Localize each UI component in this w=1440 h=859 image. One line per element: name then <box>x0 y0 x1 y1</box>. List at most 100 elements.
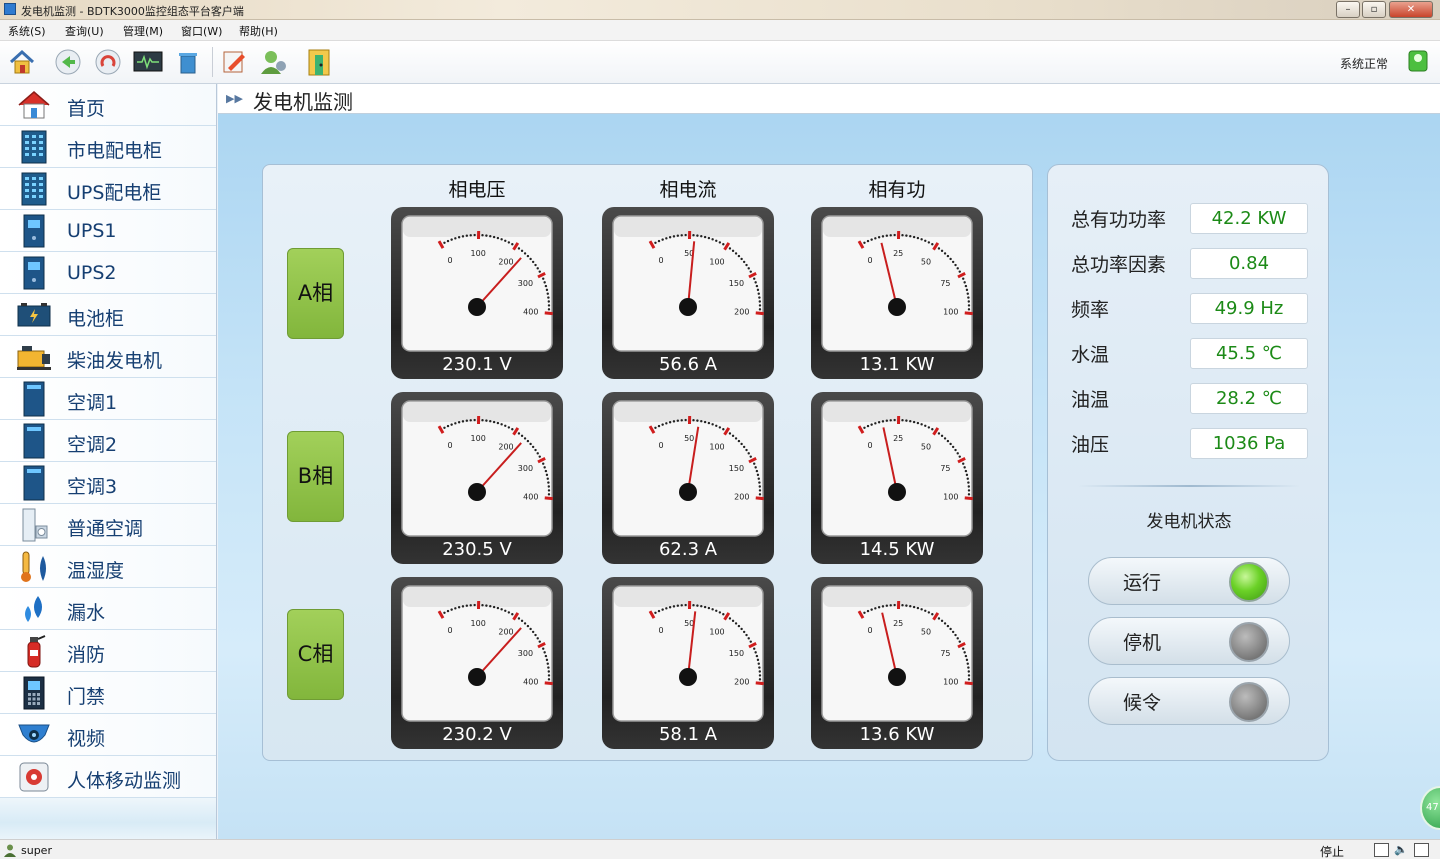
info-label: 频率 <box>1071 299 1110 321</box>
sidebar-item[interactable]: UPS配电柜 <box>0 168 216 210</box>
gauge-minor-tick <box>665 607 668 610</box>
gauge-minor-tick <box>703 605 707 609</box>
sidebar-item-label: 柴油发电机 <box>67 350 163 372</box>
menu-system[interactable]: 系统(S) <box>8 23 46 39</box>
phase-button[interactable]: A相 <box>287 248 344 339</box>
speaker-icon[interactable]: 🔈 <box>1394 843 1409 857</box>
gauge-minor-tick <box>866 424 870 428</box>
gauge-tick-label: 0 <box>867 256 872 265</box>
gauge-minor-tick <box>889 419 892 422</box>
gauge-minor-tick <box>517 617 521 620</box>
info-value: 49.9 Hz <box>1190 293 1308 324</box>
sidebar-item[interactable]: 电池柜 <box>0 294 216 336</box>
gauge-minor-tick <box>504 609 507 612</box>
gauge-minor-tick <box>526 254 530 258</box>
close-button[interactable]: ✕ <box>1389 1 1433 18</box>
gauge-minor-tick <box>542 462 545 465</box>
gauge-minor-tick <box>905 234 908 237</box>
gauge-minor-tick <box>547 481 550 484</box>
sidebar-item[interactable]: 漏水 <box>0 588 216 630</box>
gauge-minor-tick <box>885 419 889 422</box>
gauge-minor-tick <box>874 607 877 610</box>
gauge-minor-tick <box>881 235 885 238</box>
gauge-minor-tick <box>547 296 550 299</box>
gauge-tick-label: 400 <box>523 308 538 317</box>
gauge-minor-tick <box>538 455 541 458</box>
sidebar-item[interactable]: 空调3 <box>0 462 216 504</box>
gauge-minor-tick <box>668 606 672 609</box>
minimize-button[interactable]: – <box>1336 1 1360 18</box>
refresh-icon[interactable] <box>92 47 124 77</box>
gauge-meter: 0 50 100 150 200 56.6 A <box>602 207 774 379</box>
sidebar-item[interactable]: 视频 <box>0 714 216 756</box>
sidebar-item[interactable]: 温湿度 <box>0 546 216 588</box>
sidebar-item[interactable]: UPS2 <box>0 252 216 294</box>
gauge-minor-tick <box>661 238 664 241</box>
gauge-minor-tick <box>749 270 752 273</box>
gauge-readout: 230.1 V <box>442 354 512 375</box>
window-toggle-icon[interactable] <box>1374 843 1389 857</box>
gauge-hub <box>468 668 486 686</box>
monitor-icon[interactable] <box>132 47 164 77</box>
sidebar-item[interactable]: 首页 <box>0 84 216 126</box>
stop-button[interactable]: 停止 <box>1320 843 1344 859</box>
sidebar-item[interactable]: 人体移动监测 <box>0 756 216 798</box>
sidebar-item[interactable]: 市电配电柜 <box>0 126 216 168</box>
gauge-tick-label: 200 <box>498 627 513 636</box>
notification-icon[interactable] <box>1414 843 1429 857</box>
sidebar-item[interactable]: 门禁 <box>0 672 216 714</box>
gauge-minor-tick <box>905 604 908 607</box>
gauge-minor-tick <box>885 234 889 237</box>
gauge-minor-tick <box>654 426 657 429</box>
gauge-minor-tick <box>547 493 551 496</box>
exit-icon[interactable] <box>304 47 336 77</box>
gauge-tick-label: 400 <box>523 678 538 687</box>
sidebar-item[interactable]: 空调2 <box>0 420 216 462</box>
edit-icon[interactable] <box>218 47 250 77</box>
gauge-tick-label: 100 <box>709 257 724 266</box>
phase-button[interactable]: C相 <box>287 609 344 700</box>
gauge-minor-tick <box>758 666 761 669</box>
menu-window[interactable]: 窗口(W) <box>181 23 222 39</box>
sidebar-item[interactable]: 空调1 <box>0 378 216 420</box>
gauge-minor-tick <box>737 254 741 258</box>
gauge-meter: 0 100 200 300 400 230.1 V <box>391 207 563 379</box>
gauge-meter: 0 25 50 75 100 13.1 KW <box>811 207 983 379</box>
info-panel: 总有功功率 42.2 KW 总功率因素 0.84 频率 49.9 Hz 水温 45.5 ℃ 油温… <box>1047 164 1329 761</box>
gauge-minor-tick <box>927 426 931 429</box>
phase-button[interactable]: B相 <box>287 431 344 522</box>
users-icon[interactable] <box>258 47 290 77</box>
gauge-minor-tick <box>731 434 735 438</box>
sidebar-item[interactable]: 消防 <box>0 630 216 672</box>
gauge-minor-tick <box>542 647 545 650</box>
info-value: 1036 Pa <box>1190 428 1308 459</box>
sidebar-item-label: 空调2 <box>67 434 118 456</box>
menu-manage[interactable]: 管理(M) <box>123 23 163 39</box>
sidebar-item[interactable]: UPS1 <box>0 210 216 252</box>
gauge-minor-tick <box>465 234 469 237</box>
menu-help[interactable]: 帮助(H) <box>239 23 278 39</box>
gauge-minor-tick <box>912 235 916 239</box>
gauge-minor-tick <box>485 604 488 607</box>
menu-query[interactable]: 查询(U) <box>65 23 104 39</box>
gauge-face-shade <box>614 587 762 607</box>
gauge-minor-tick <box>543 466 546 469</box>
gauge-minor-tick <box>446 424 450 428</box>
status-username: super <box>21 844 52 857</box>
gauge-minor-tick <box>946 624 950 628</box>
gauge-tick-label: 100 <box>471 434 486 443</box>
trash-icon[interactable] <box>172 47 204 77</box>
maximize-button[interactable]: ▫ <box>1362 1 1386 18</box>
gauge-minor-tick <box>661 608 664 611</box>
gauge-minor-tick <box>920 238 923 241</box>
gauge-minor-tick <box>967 674 971 677</box>
gauge-readout: 62.3 A <box>658 539 718 560</box>
sidebar-item[interactable]: 柴油发电机 <box>0 336 216 378</box>
sidebar-item[interactable]: 普通空调 <box>0 504 216 546</box>
gauge-minor-tick <box>937 247 941 250</box>
back-icon[interactable] <box>52 47 84 77</box>
gauge-minor-tick <box>703 420 707 424</box>
gauge-minor-tick <box>964 654 968 658</box>
home-icon[interactable] <box>6 47 38 77</box>
gauge-minor-tick <box>870 238 873 241</box>
